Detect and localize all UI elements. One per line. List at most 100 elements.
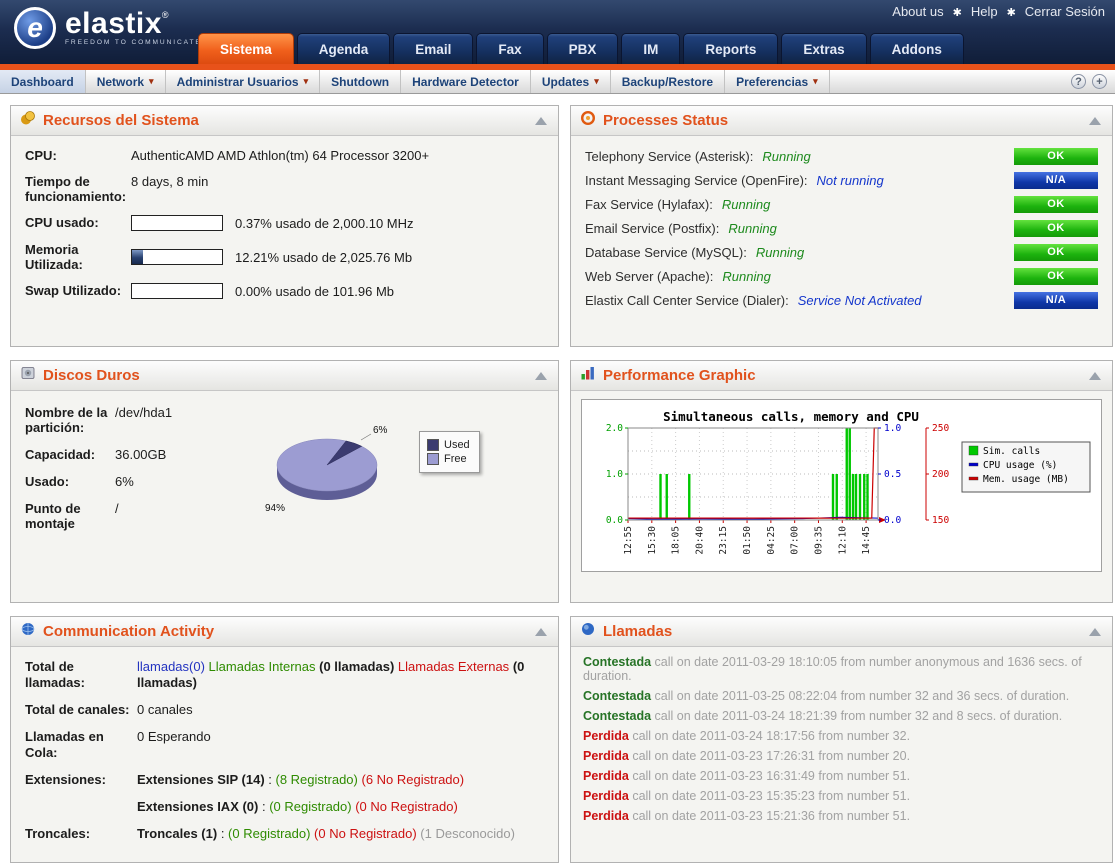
svg-text:0.0: 0.0 bbox=[606, 515, 623, 526]
activity-segment: Troncales (1) bbox=[137, 826, 217, 841]
disk-field-value: 36.00GB bbox=[115, 447, 166, 462]
svg-text:12:10: 12:10 bbox=[837, 526, 848, 555]
tab-reports[interactable]: Reports bbox=[683, 33, 778, 64]
menu-item-preferencias[interactable]: Preferencias▾ bbox=[725, 70, 830, 93]
panel-header: Llamadas bbox=[571, 617, 1112, 647]
menu-item-label: Updates bbox=[542, 75, 589, 89]
top-link-about-us[interactable]: About us bbox=[892, 4, 943, 19]
activity-row: Extensiones:Extensiones SIP (14) : (8 Re… bbox=[25, 772, 544, 788]
svg-text:0.5: 0.5 bbox=[884, 469, 901, 480]
service-status: Running bbox=[762, 149, 810, 164]
activity-value: llamadas(0) Llamadas Internas (0 llamada… bbox=[137, 659, 533, 691]
legend-swatch bbox=[427, 439, 439, 451]
tab-im[interactable]: IM bbox=[621, 33, 680, 64]
svg-text:2.0: 2.0 bbox=[606, 423, 623, 434]
processes-status-body: Telephony Service (Asterisk):RunningOKIn… bbox=[571, 136, 1112, 346]
service-name: Database Service (MySQL): bbox=[585, 245, 747, 260]
activity-value: Extensiones IAX (0) : (0 Registrado) (0 … bbox=[137, 799, 458, 815]
menu-item-updates[interactable]: Updates ▾ bbox=[531, 70, 611, 93]
menu-item-dashboard[interactable]: Dashboard bbox=[0, 70, 86, 93]
top-link-help[interactable]: Help bbox=[971, 4, 998, 19]
progress-bar bbox=[131, 249, 223, 265]
communication-activity-body: Total de llamadas:llamadas(0) Llamadas I… bbox=[11, 647, 558, 862]
call-status: Contestada bbox=[583, 709, 651, 723]
activity-row: Extensiones IAX (0) : (0 Registrado) (0 … bbox=[25, 799, 544, 815]
collapse-arrow-icon[interactable] bbox=[535, 628, 547, 636]
menu-item-shutdown[interactable]: Shutdown bbox=[320, 70, 401, 93]
menu-item-hardware-detector[interactable]: Hardware Detector bbox=[401, 70, 531, 93]
tab-fax[interactable]: Fax bbox=[476, 33, 543, 64]
menu-item-network[interactable]: Network▾ bbox=[86, 70, 166, 93]
elastix-logo[interactable]: e elastix® FREEDOM TO COMMUNICATE bbox=[14, 7, 202, 49]
svg-text:Simultaneous calls, memory and: Simultaneous calls, memory and CPU bbox=[663, 409, 919, 424]
call-status: Perdida bbox=[583, 729, 629, 743]
tab-pbx[interactable]: PBX bbox=[547, 33, 619, 64]
activity-value: 0 Esperando bbox=[137, 729, 211, 761]
collapse-arrow-icon[interactable] bbox=[1089, 628, 1101, 636]
plus-icon[interactable]: + bbox=[1092, 74, 1107, 89]
call-record: Perdida call on date 2011-03-23 15:35:23… bbox=[583, 789, 1100, 803]
activity-segment: (0 Registrado) bbox=[228, 826, 310, 841]
resource-value: 0.00% usado de 101.96 Mb bbox=[131, 283, 394, 299]
collapse-arrow-icon[interactable] bbox=[535, 372, 547, 380]
progress-bar bbox=[131, 283, 223, 299]
tab-sistema[interactable]: Sistema bbox=[198, 33, 294, 64]
activity-label: Extensiones: bbox=[25, 772, 137, 788]
legend-label: Used bbox=[444, 439, 470, 451]
status-badge: N/A bbox=[1014, 172, 1098, 189]
process-row: Email Service (Postfix):RunningOK bbox=[585, 220, 1098, 237]
collapse-arrow-icon[interactable] bbox=[1089, 372, 1101, 380]
svg-text:20:40: 20:40 bbox=[694, 526, 705, 555]
activity-value: 0 canales bbox=[137, 702, 193, 718]
svg-text:CPU usage (%): CPU usage (%) bbox=[983, 460, 1057, 471]
svg-text:0.0: 0.0 bbox=[884, 515, 901, 526]
panel-header: Discos Duros bbox=[11, 361, 558, 391]
svg-text:01:50: 01:50 bbox=[742, 526, 753, 555]
svg-text:14:45: 14:45 bbox=[861, 526, 872, 555]
tab-extras[interactable]: Extras bbox=[781, 33, 866, 64]
tab-email[interactable]: Email bbox=[393, 33, 473, 64]
collapse-arrow-icon[interactable] bbox=[535, 117, 547, 125]
resource-value: AuthenticAMD AMD Athlon(tm) 64 Processor… bbox=[131, 148, 429, 163]
svg-text:15:30: 15:30 bbox=[647, 526, 658, 555]
menu-item-backup-restore[interactable]: Backup/Restore bbox=[611, 70, 725, 93]
activity-segment: (0 No Registrado) bbox=[314, 826, 417, 841]
disk-field-label: Capacidad: bbox=[25, 447, 115, 462]
activity-segment: : bbox=[258, 799, 269, 814]
tab-addons[interactable]: Addons bbox=[870, 33, 964, 64]
service-status: Running bbox=[722, 197, 770, 212]
panel-processes-status: Processes Status Telephony Service (Aste… bbox=[570, 105, 1113, 347]
system-resources-icon bbox=[20, 110, 36, 131]
activity-label: Troncales: bbox=[25, 826, 137, 842]
brand-tagline: FREEDOM TO COMMUNICATE bbox=[65, 39, 202, 46]
panel-title: Performance Graphic bbox=[603, 367, 1082, 384]
resource-text: 0.37% usado de 2,000.10 MHz bbox=[235, 216, 414, 231]
process-row: Database Service (MySQL):RunningOK bbox=[585, 244, 1098, 261]
top-link-cerrar-sesi-n[interactable]: Cerrar Sesión bbox=[1025, 4, 1105, 19]
call-record: Perdida call on date 2011-03-23 16:31:49… bbox=[583, 769, 1100, 783]
menu-item-label: Network bbox=[97, 75, 144, 89]
activity-segment: (6 No Registrado) bbox=[362, 772, 465, 787]
resource-label: Tiempo de funcionamiento: bbox=[25, 174, 131, 204]
call-record: Contestada call on date 2011-03-29 18:10… bbox=[583, 655, 1100, 683]
calls-link[interactable]: llamadas(0) bbox=[137, 659, 205, 674]
resource-label: CPU: bbox=[25, 148, 131, 163]
activity-value: Extensiones SIP (14) : (8 Registrado) (6… bbox=[137, 772, 464, 788]
asterisk-separator: ✱ bbox=[953, 7, 962, 19]
menu-item-administrar-usuarios[interactable]: Administrar Usuarios▾ bbox=[166, 70, 321, 93]
submenu-items: DashboardNetwork▾Administrar Usuarios▾Sh… bbox=[0, 70, 830, 93]
collapse-arrow-icon[interactable] bbox=[1089, 117, 1101, 125]
legend-item: Free bbox=[427, 453, 470, 465]
tab-agenda[interactable]: Agenda bbox=[297, 33, 391, 64]
panel-performance-graphic: Performance Graphic Simultaneous calls, … bbox=[570, 360, 1113, 603]
help-icon[interactable]: ? bbox=[1071, 74, 1086, 89]
communication-activity-icon bbox=[20, 621, 36, 642]
panel-title: Llamadas bbox=[603, 623, 1082, 640]
process-row: Instant Messaging Service (OpenFire):Not… bbox=[585, 172, 1098, 189]
status-badge: OK bbox=[1014, 196, 1098, 213]
panel-title: Communication Activity bbox=[43, 623, 528, 640]
chevron-down-icon: ▾ bbox=[594, 76, 599, 87]
calls-list: Contestada call on date 2011-03-29 18:10… bbox=[571, 647, 1112, 862]
hard-disks-icon bbox=[20, 365, 36, 386]
resource-text: 0.00% usado de 101.96 Mb bbox=[235, 284, 394, 299]
